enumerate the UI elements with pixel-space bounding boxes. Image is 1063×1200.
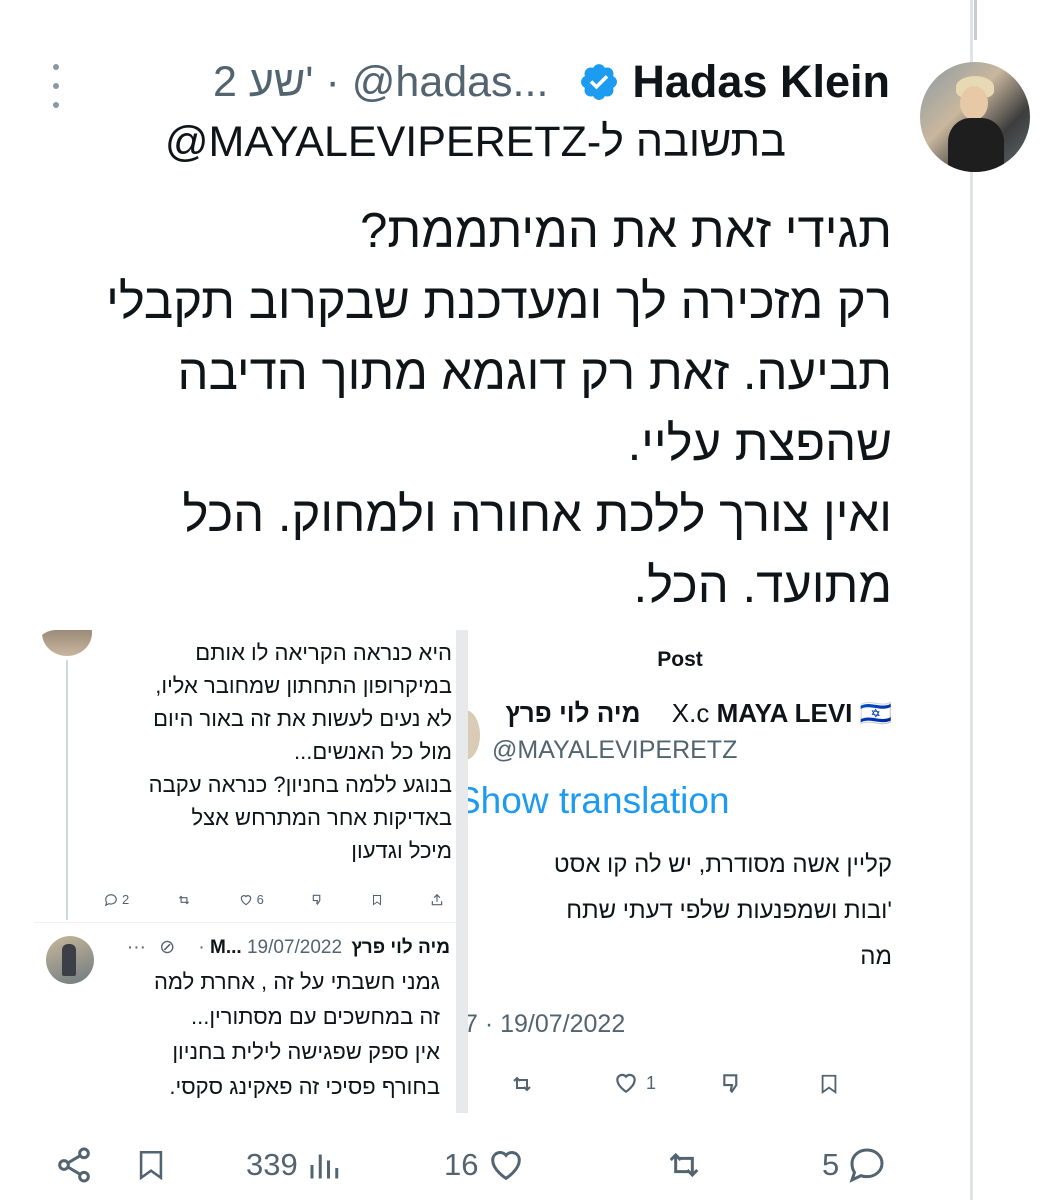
show-translation-link[interactable]: Show translation — [468, 780, 730, 822]
bookmark-action[interactable] — [134, 1140, 168, 1190]
comment-text: גמני חשבתי על זה , אחרת למה זה במחשכים ע… — [74, 964, 440, 1104]
views-action[interactable]: 339 — [246, 1140, 342, 1190]
tweet-line: רק מזכירה לך ומעדכנת שבקרוב תקבלי — [106, 275, 892, 329]
comment-line: מול כל האנשים... — [294, 739, 452, 764]
share-icon — [58, 1147, 90, 1183]
author-handle: @hadas... — [351, 57, 549, 106]
post-line: קליין אשה מסודרת, יש לה קו אסט — [553, 851, 892, 878]
post-avatar-edge — [468, 710, 480, 760]
reply-icon — [104, 893, 117, 906]
attached-image-right[interactable]: Post X.c MAYA LEVI 🇮🇱 מיה לוי פרץ @MAYAL… — [468, 630, 892, 1113]
x-source: X.c — [671, 698, 710, 728]
dislike-icon[interactable] — [311, 893, 325, 907]
bookmark-icon[interactable] — [371, 893, 383, 907]
reply-action[interactable]: 5 — [822, 1140, 887, 1190]
bookmark-icon[interactable] — [818, 1071, 840, 1097]
post-text: קליין אשה מסודרת, יש לה קו אסט 'ובות ושמ… — [468, 842, 892, 980]
comment-line: לא נעים לעשות את זה באור היום — [153, 706, 452, 731]
tweet-line: תגידי זאת את המיתממת? — [360, 204, 892, 258]
heart-icon — [616, 1073, 636, 1093]
repost-action[interactable] — [660, 1140, 708, 1190]
thread-connector-line — [974, 0, 977, 40]
views-icon — [310, 1154, 338, 1179]
tweet-line: שהפצת עליי. — [627, 417, 892, 471]
reply-prefix: בתשובה ל- — [586, 118, 786, 166]
comment-line: במיקרופון התחתון שמחובר אליו, — [155, 673, 452, 698]
tweet-line: ואין צורך ללכת אחורה ולמחוק. הכל — [182, 488, 892, 542]
post-handle[interactable]: @MAYALEVIPERETZ — [492, 736, 737, 765]
comment-line: בנוגע ללמה בחניון? כנראה עקבה — [148, 772, 452, 797]
like-count: 1 — [646, 1072, 657, 1093]
verified-badge-icon — [578, 61, 620, 103]
share-action[interactable] — [54, 1140, 94, 1190]
tweet-line: מתועד. הכל. — [633, 559, 892, 613]
like-action[interactable]: 1 — [612, 1070, 656, 1096]
reply-icon — [849, 1148, 884, 1183]
post-date: 7 · 19/07/2022 — [468, 1010, 626, 1038]
comment-line: בחורף פסיכי זה פאקינג סקסי. — [169, 1074, 440, 1099]
like-action[interactable]: 16 — [444, 1140, 526, 1190]
tweet-action-bar: 339 16 5 — [50, 1140, 895, 1190]
tweet-line: תביעה. זאת רק דוגמא מתוך הדיבה — [177, 346, 892, 400]
share-icon[interactable] — [430, 893, 444, 907]
repost-icon[interactable] — [176, 893, 192, 907]
comment-line: זה במחשכים עם מסתורין... — [191, 1004, 440, 1029]
media-grid: היא כנראה הקריאה לו אותם במיקרופון התחתו… — [34, 630, 892, 1113]
separator-dot: · — [325, 57, 340, 106]
time-label: 2 שע' — [213, 57, 314, 106]
like-count: 6 — [256, 892, 264, 907]
scrollbar[interactable] — [970, 0, 973, 1200]
post-line: מה — [860, 943, 892, 970]
post-actions: 1 — [508, 1070, 868, 1100]
attached-image-left[interactable]: היא כנראה הקריאה לו אותם במיקרופון התחתו… — [34, 630, 456, 1113]
author-name[interactable]: Hadas Klein — [632, 56, 890, 108]
comment-line: היא כנראה הקריאה לו אותם — [195, 640, 452, 665]
comment-line: אין ספק שפגישה לילית בחניון — [172, 1039, 440, 1064]
tweet-text: תגידי זאת את המיתממת? רק מזכירה לך ומעדכ… — [40, 196, 892, 622]
author-avatar[interactable] — [920, 62, 1030, 172]
like-action[interactable]: 6 — [239, 892, 264, 907]
previous-tweet-actions-strip — [0, 0, 960, 8]
grok-icon[interactable]: ⊘ — [159, 937, 175, 958]
replying-to-line: בתשובה ל-@MAYALEVIPERETZ — [34, 118, 786, 167]
comment-line: מיכל וגדעון — [351, 838, 452, 863]
post-author-row: X.c MAYA LEVI 🇮🇱 מיה לוי פרץ — [488, 698, 892, 730]
views-count: 339 — [246, 1147, 298, 1182]
comment-text: היא כנראה הקריאה לו אותם במיקרופון התחתו… — [54, 636, 452, 867]
comment-line: באדיקות אחר המתרחש אצל — [191, 805, 452, 830]
heart-icon — [491, 1151, 522, 1181]
comment-line: גמני חשבתי על זה , אחרת למה — [153, 969, 440, 994]
post-line: 'ובות ושמפנעות שלפי דעתי שתח — [566, 897, 892, 924]
handle-and-time[interactable]: 2 שע' · @hadas... — [213, 58, 548, 107]
more-options-icon[interactable]: ··· — [127, 937, 146, 958]
reply-action[interactable]: 2 — [104, 892, 129, 907]
divider — [34, 922, 456, 923]
tweet-header: Hadas Klein 2 שע' · @hadas... — [40, 56, 890, 108]
reply-count: 2 — [122, 892, 130, 907]
heart-icon — [240, 894, 251, 905]
like-count: 16 — [444, 1147, 479, 1182]
repost-icon — [669, 1152, 699, 1178]
bookmark-icon — [139, 1150, 163, 1181]
reply-count: 5 — [822, 1147, 840, 1182]
dislike-icon[interactable] — [720, 1071, 746, 1097]
comment-actions: 2 6 — [104, 892, 444, 907]
post-header: Post — [657, 648, 703, 671]
reply-to-handle[interactable]: @MAYALEVIPERETZ — [165, 118, 587, 166]
comment-header: מיה לוי פרץ M... 19/07/2022 · ⊘ ··· — [96, 936, 450, 964]
repost-icon[interactable] — [508, 1072, 536, 1096]
